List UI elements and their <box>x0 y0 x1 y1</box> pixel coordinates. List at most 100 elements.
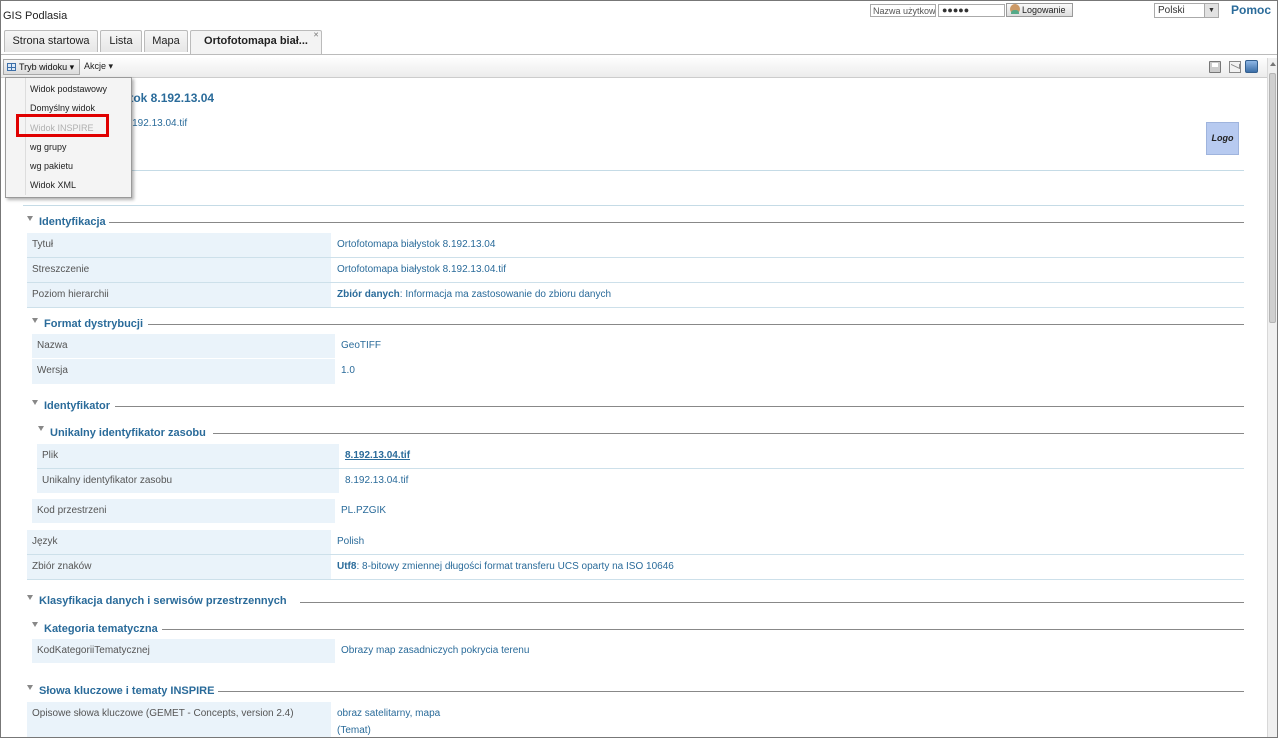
collapse-icon[interactable] <box>32 622 38 627</box>
field-value: Polish <box>337 536 365 547</box>
field-label: Język <box>27 530 331 554</box>
field-label: Nazwa <box>32 334 335 358</box>
divider <box>23 170 1244 171</box>
field-value: 8.192.13.04.tif <box>345 475 409 486</box>
vertical-scrollbar[interactable] <box>1267 58 1277 737</box>
section-line <box>109 222 1244 223</box>
collapse-icon[interactable] <box>27 685 33 690</box>
field-value: Ortofotomapa białystok 8.192.13.04.tif <box>337 264 506 275</box>
tab-home[interactable]: Strona startowa <box>4 30 98 52</box>
collapse-icon[interactable] <box>32 400 38 405</box>
table-row: KodKategoriiTematycznej Obrazy map zasad… <box>32 639 1244 664</box>
field-value: Obrazy map zasadniczych pokrycia terenu <box>341 645 530 656</box>
field-value: 1.0 <box>341 365 355 376</box>
language-select-value: Polski <box>1158 5 1185 16</box>
table-row: Opisowe słowa kluczowe (GEMET - Concepts… <box>27 702 1244 737</box>
section-distribution-format[interactable]: Format dystrybucji <box>44 318 143 330</box>
login-button-label: Logowanie <box>1022 5 1066 15</box>
app-title: GIS Podlasia <box>3 10 68 22</box>
field-value: Ortofotomapa białystok 8.192.13.04 <box>337 239 496 250</box>
top-bar: GIS Podlasia Nazwa użytkownika ●●●●● Log… <box>1 1 1277 29</box>
table-row: Plik 8.192.13.04.tif <box>37 444 1244 469</box>
field-label: Tytuł <box>27 233 331 257</box>
table-row: Unikalny identyfikator zasobu 8.192.13.0… <box>37 469 1244 494</box>
field-value: Zbiór danych: Informacja ma zastosowanie… <box>337 283 611 307</box>
section-classification[interactable]: Klasyfikacja danych i serwisów przestrze… <box>39 595 287 607</box>
field-label: Opisowe słowa kluczowe (GEMET - Concepts… <box>27 702 331 737</box>
actions-button[interactable]: Akcje ▾ <box>84 61 113 72</box>
field-value: 8.192.13.04.tif <box>345 444 410 468</box>
section-identifier[interactable]: Identyfikator <box>44 400 110 412</box>
table-row: Tytuł Ortofotomapa białystok 8.192.13.04 <box>27 233 1244 258</box>
field-value-bold: Utf8 <box>337 561 357 572</box>
collapse-icon[interactable] <box>27 216 33 221</box>
mail-icon[interactable] <box>1229 61 1241 73</box>
print-icon[interactable] <box>1209 61 1221 73</box>
field-label: Wersja <box>32 359 335 384</box>
section-identification[interactable]: Identyfikacja <box>39 216 106 228</box>
grid-icon <box>7 63 16 71</box>
password-input[interactable]: ●●●●● <box>938 4 1005 17</box>
field-label: KodKategoriiTematycznej <box>32 639 335 663</box>
view-mode-label: Tryb widoku ▾ <box>19 62 75 72</box>
scroll-thumb[interactable] <box>1269 73 1276 323</box>
field-label: Plik <box>37 444 339 468</box>
table-row: Streszczenie Ortofotomapa białystok 8.19… <box>27 258 1244 283</box>
section-line <box>115 406 1244 407</box>
field-label: Streszczenie <box>27 258 331 282</box>
collapse-icon[interactable] <box>38 426 44 431</box>
view-mode-button[interactable]: Tryb widoku ▾ <box>3 59 80 75</box>
panel-icon[interactable] <box>1245 60 1258 73</box>
field-value: GeoTIFF <box>341 340 382 351</box>
chevron-down-icon: ▼ <box>1204 4 1218 17</box>
menu-item-xml-view[interactable]: Widok XML <box>30 180 76 190</box>
table-row: Nazwa GeoTIFF <box>32 334 1244 359</box>
section-line <box>218 691 1244 692</box>
app-window: GIS Podlasia Nazwa użytkownika ●●●●● Log… <box>0 0 1278 738</box>
menu-item-default-view[interactable]: Domyślny widok <box>30 103 95 113</box>
field-value: Utf8: 8-bitowy zmiennej długości format … <box>337 555 674 579</box>
section-line <box>213 433 1244 434</box>
highlight-annotation <box>16 114 109 137</box>
view-mode-menu: Widok podstawowy Domyślny widok Widok IN… <box>5 77 132 198</box>
field-value-text: : 8-bitowy zmiennej długości format tran… <box>356 561 674 572</box>
divider <box>23 205 1244 206</box>
language-select[interactable]: Polski ▼ <box>1154 3 1219 18</box>
tab-ortofotomapa[interactable]: Ortofotomapa biał... ✕ <box>190 30 322 54</box>
field-value-bold: Zbiór danych <box>337 289 400 300</box>
metadata-content: ystok 8.192.13.04 k 8.192.13.04.tif Logo… <box>1 78 1267 737</box>
menu-item-by-group[interactable]: wg grupy <box>30 142 67 152</box>
tab-list[interactable]: Lista <box>100 30 142 52</box>
toolbar: Tryb widoku ▾ Akcje ▾ <box>1 58 1267 78</box>
section-unique-identifier[interactable]: Unikalny identyfikator zasobu <box>50 427 206 439</box>
table-row: Język Polish <box>27 530 1244 555</box>
close-icon[interactable]: ✕ <box>313 32 319 40</box>
table-row: Kod przestrzeni PL.PZGIK <box>32 499 1244 524</box>
help-link[interactable]: Pomoc <box>1231 3 1271 17</box>
field-label: Unikalny identyfikator zasobu <box>37 469 339 493</box>
field-label: Poziom hierarchii <box>27 283 331 307</box>
menu-item-by-package[interactable]: wg pakietu <box>30 161 73 171</box>
section-line <box>300 602 1244 603</box>
section-keywords[interactable]: Słowa kluczowe i tematy INSPIRE <box>39 685 214 697</box>
table-row: Poziom hierarchii Zbiór danych: Informac… <box>27 283 1244 308</box>
logo: Logo <box>1206 122 1239 155</box>
scroll-up-icon[interactable] <box>1270 62 1276 66</box>
field-value-secondary: (Temat) <box>337 725 371 736</box>
login-button[interactable]: Logowanie <box>1006 3 1073 17</box>
menu-item-basic-view[interactable]: Widok podstawowy <box>30 84 107 94</box>
table-row: Wersja 1.0 <box>32 359 1244 384</box>
field-label: Kod przestrzeni <box>32 499 335 523</box>
collapse-icon[interactable] <box>27 595 33 600</box>
tab-bar: Strona startowa Lista Mapa Ortofotomapa … <box>1 28 1277 55</box>
tab-ortofotomapa-label: Ortofotomapa biał... <box>204 35 308 47</box>
field-value: PL.PZGIK <box>341 505 387 516</box>
file-link[interactable]: 8.192.13.04.tif <box>345 450 410 461</box>
collapse-icon[interactable] <box>32 318 38 323</box>
tab-map[interactable]: Mapa <box>144 30 188 52</box>
section-thematic-category[interactable]: Kategoria tematyczna <box>44 623 158 635</box>
user-icon <box>1010 4 1020 14</box>
field-label: Zbiór znaków <box>27 555 331 579</box>
table-row: Zbiór znaków Utf8: 8-bitowy zmiennej dłu… <box>27 555 1244 580</box>
username-input[interactable]: Nazwa użytkownika <box>870 4 936 17</box>
